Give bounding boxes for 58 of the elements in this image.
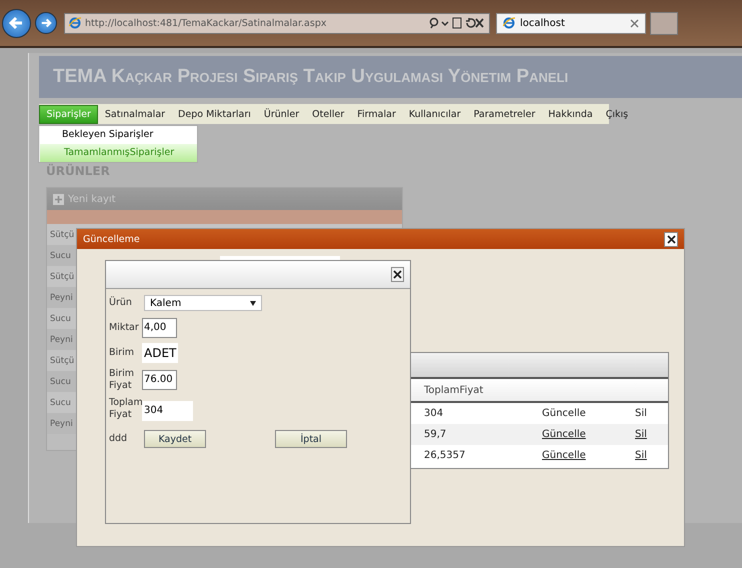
menu-item[interactable]: TamamlanmışSiparişler [39, 144, 197, 162]
input-field[interactable]: 4,00 [142, 318, 177, 338]
save-button[interactable]: Kaydet [144, 430, 206, 448]
input-field[interactable]: ADET [142, 343, 178, 363]
delete-link[interactable]: Sil [635, 408, 647, 419]
table-cell: Sucu [50, 250, 71, 260]
table-cell: Peyni [50, 418, 73, 428]
delete-link[interactable]: Sil [635, 429, 647, 440]
dialog-title: Güncelleme [83, 234, 140, 244]
table-cell: Sütçü [50, 356, 74, 366]
field-label: ddd [109, 433, 128, 445]
menu-item[interactable]: Satınalmalar [98, 106, 172, 122]
browser-tab[interactable]: localhost [496, 12, 646, 34]
menu-item[interactable]: Çıkış [599, 106, 635, 122]
table-cell-text: 59,7 [423, 429, 448, 440]
page-icon [503, 17, 515, 29]
table-cell-text: 304 [423, 408, 444, 419]
caret-icon [250, 300, 256, 306]
address-tools-icon[interactable] [429, 17, 485, 29]
new-tab-button[interactable] [650, 12, 678, 34]
close-button[interactable] [391, 267, 404, 282]
product-dropdown[interactable]: Kalem [144, 295, 262, 311]
page-icon [69, 17, 81, 29]
menu-item[interactable]: Depo Miktarları [172, 106, 258, 122]
table-cell: Peyni [50, 334, 73, 344]
update-link[interactable]: Güncelle [542, 450, 635, 461]
table-cell-text: 26,5357 [423, 450, 466, 461]
field-label: Birim [109, 347, 135, 359]
update-link[interactable]: Güncelle [542, 429, 635, 440]
menu-item[interactable]: Kullanıcılar [402, 106, 468, 122]
table-cell: Peyni [50, 292, 73, 302]
field-label: Toplam Fiyat [109, 397, 142, 421]
menu-item[interactable]: Oteller [306, 106, 351, 122]
table-cell: Sucu [50, 398, 71, 408]
close-icon[interactable] [630, 18, 639, 28]
back-button[interactable] [2, 8, 31, 38]
close-button[interactable] [664, 232, 678, 246]
menu-item[interactable]: Firmalar [350, 106, 402, 122]
update-link[interactable]: Güncelle [542, 408, 635, 419]
table-cell: Sütçü [50, 272, 74, 282]
table-cell: Sütçü [50, 230, 74, 240]
field-label: Birim Fiyat [109, 368, 135, 392]
cancel-button[interactable]: İptal [275, 430, 347, 448]
table-cell: Sucu [50, 314, 71, 324]
forward-arrow-icon [39, 16, 53, 30]
forward-button[interactable] [35, 12, 57, 34]
field-label: Ürün [109, 297, 133, 309]
column-header: ToplamFiyat [424, 384, 484, 396]
table-cell: Sucu [50, 376, 71, 386]
menu-item[interactable]: Parametreler [467, 106, 542, 122]
menu-item[interactable]: Hakkında [542, 106, 600, 122]
input-field[interactable]: 76.00 [142, 370, 177, 390]
address-bar[interactable]: http://localhost:481/TemaKackar/Satinalmalar.aspx [64, 12, 490, 34]
input-field[interactable]: 304 [142, 400, 193, 420]
page-title: TEMA Kaçkar Projesi Sipariş Takip Uygulaması Yönetim Paneli [53, 66, 568, 88]
field-label: Miktar [109, 322, 140, 334]
delete-link[interactable]: Sil [635, 450, 647, 461]
menu-item[interactable]: Ürünler [257, 106, 306, 122]
